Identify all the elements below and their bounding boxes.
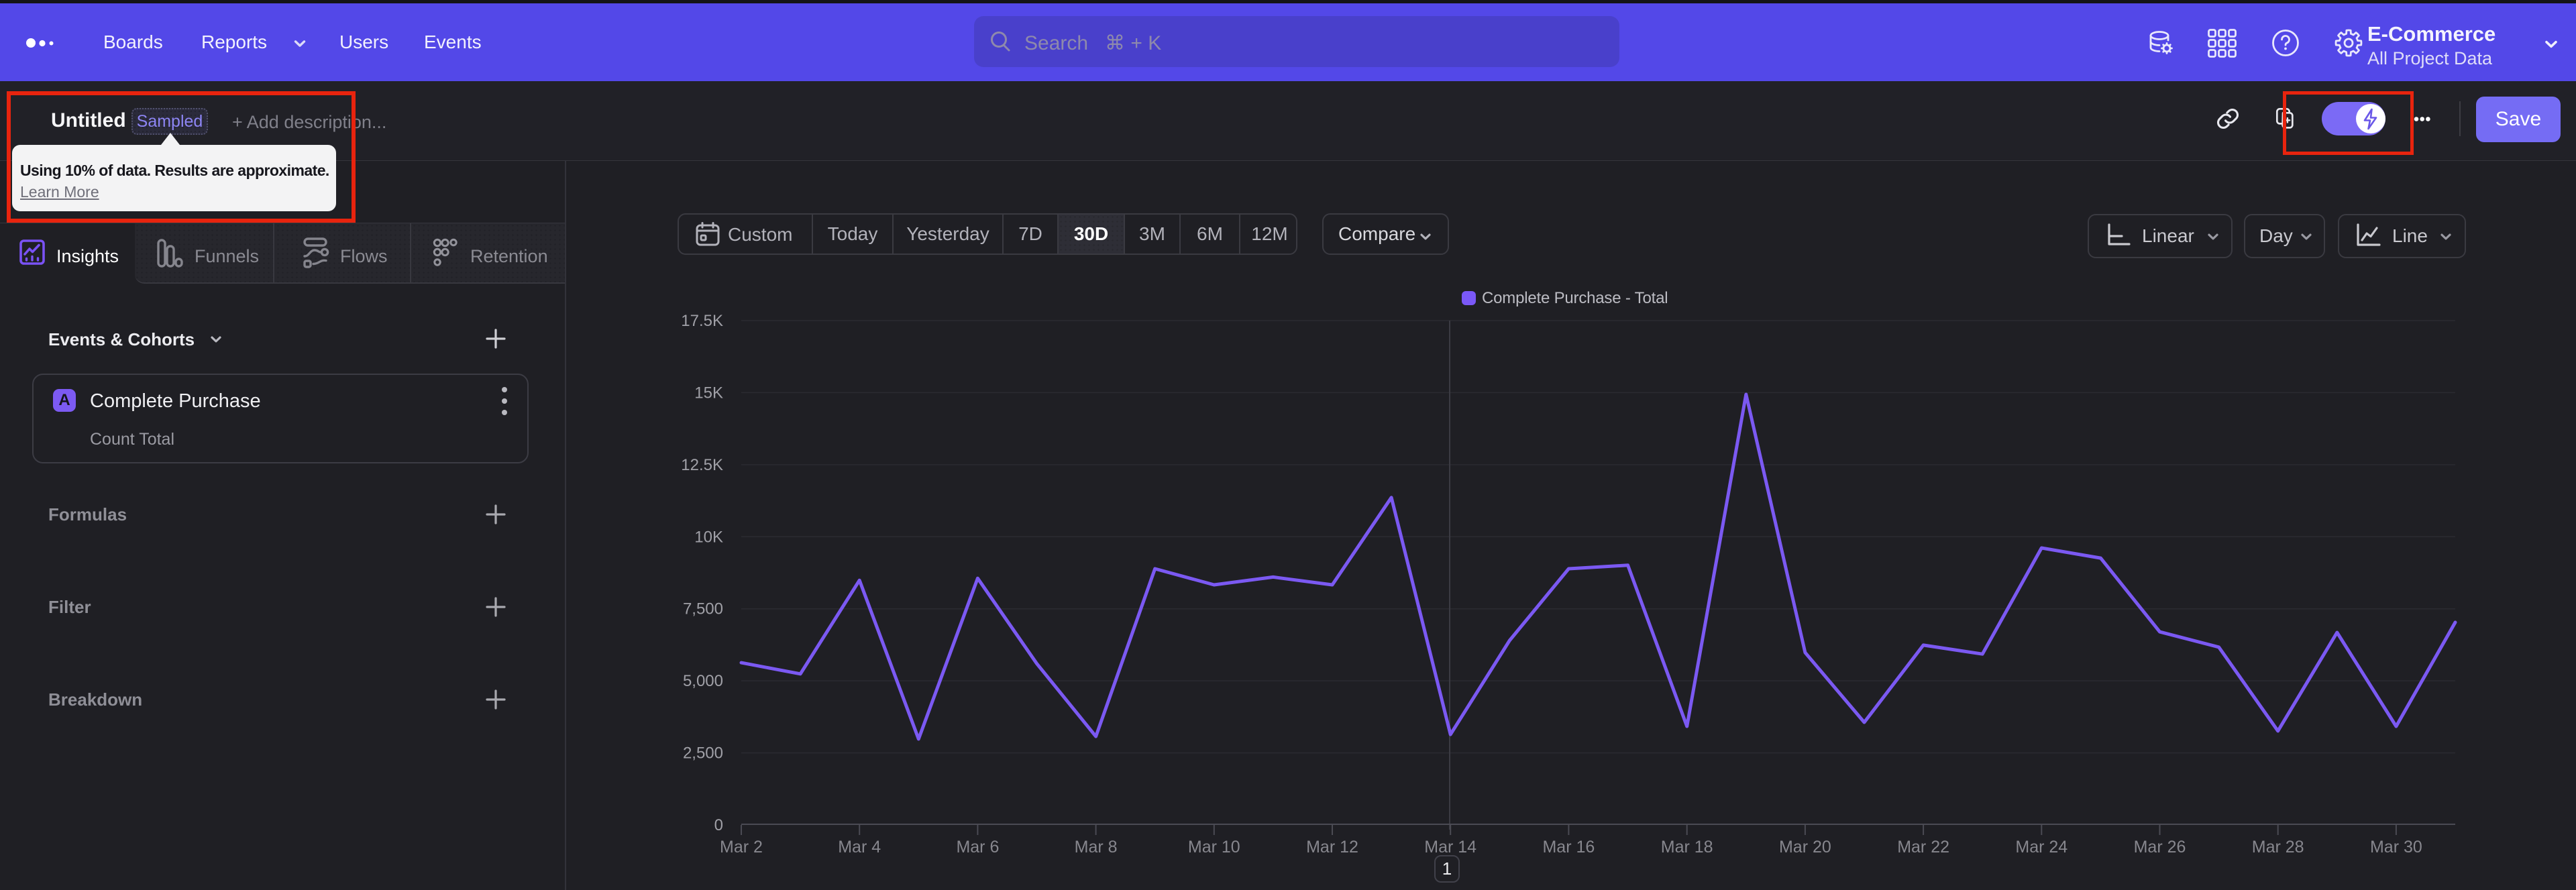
svg-text:Mar 4: Mar 4 [838, 838, 881, 856]
svg-text:Mar 18: Mar 18 [1661, 838, 1713, 856]
svg-text:7,500: 7,500 [683, 600, 723, 618]
svg-text:17.5K: 17.5K [681, 312, 723, 330]
svg-text:Mar 24: Mar 24 [2015, 838, 2068, 856]
svg-text:10K: 10K [694, 528, 723, 546]
svg-text:0: 0 [714, 816, 723, 834]
svg-text:Mar 2: Mar 2 [720, 838, 763, 856]
svg-text:12.5K: 12.5K [681, 456, 723, 474]
svg-text:2,500: 2,500 [683, 744, 723, 763]
svg-text:Mar 20: Mar 20 [1779, 838, 1831, 856]
svg-text:Mar 16: Mar 16 [1542, 838, 1595, 856]
svg-text:Mar 10: Mar 10 [1188, 838, 1240, 856]
svg-text:Mar 12: Mar 12 [1306, 838, 1358, 856]
svg-text:Mar 8: Mar 8 [1075, 838, 1118, 856]
svg-text:5,000: 5,000 [683, 672, 723, 690]
svg-text:Mar 28: Mar 28 [2252, 838, 2304, 856]
svg-text:Mar 26: Mar 26 [2134, 838, 2186, 856]
svg-text:Mar 6: Mar 6 [956, 838, 999, 856]
svg-text:Mar 30: Mar 30 [2370, 838, 2422, 856]
svg-text:Mar 14: Mar 14 [1424, 838, 1477, 856]
svg-text:Mar 22: Mar 22 [1897, 838, 1949, 856]
svg-text:15K: 15K [694, 384, 723, 402]
